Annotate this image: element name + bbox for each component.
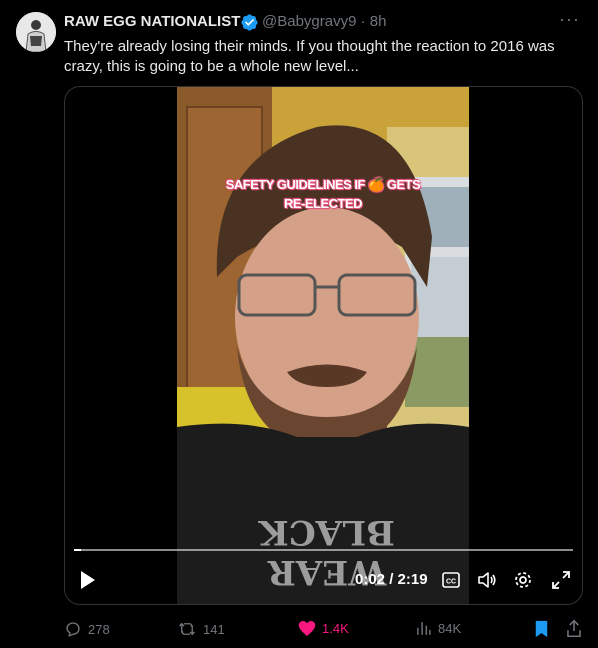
avatar-image	[16, 12, 56, 52]
views-count: 84K	[438, 621, 462, 636]
author-name[interactable]: RAW EGG NATIONALIST	[64, 13, 240, 30]
tweet-text: They're already losing their minds. If y…	[64, 38, 555, 75]
author-handle-and-time: @Babygravy9 · 8h	[262, 13, 386, 30]
more-options-button[interactable]: ···	[559, 9, 580, 30]
like-count: 1.4K	[322, 621, 349, 636]
reply-button[interactable]: 278	[64, 620, 110, 638]
share-icon[interactable]	[565, 619, 583, 638]
views-chart-icon	[417, 622, 431, 635]
bookmark-icon[interactable]	[533, 620, 550, 638]
captions-icon[interactable]: CC	[442, 571, 460, 589]
video-caption-line2: RE-ELECTED	[283, 196, 363, 211]
verified-badge-icon[interactable]	[240, 13, 259, 32]
settings-gear-icon[interactable]	[513, 570, 533, 590]
svg-text:CC: CC	[446, 579, 456, 586]
video-frame: SAFETY GUIDELINES IF 🍊 GETS RE-ELECTED W…	[177, 87, 469, 604]
video-time: 0:02 / 2:19	[355, 571, 428, 588]
avatar[interactable]	[16, 12, 56, 52]
repost-button[interactable]: 141	[177, 620, 225, 638]
separator-dot: ·	[360, 13, 366, 30]
tweet-actions: 278 141 1.4K 84K	[0, 614, 598, 642]
reply-icon	[66, 622, 80, 637]
progress-fill	[74, 549, 81, 551]
video-player[interactable]: SAFETY GUIDELINES IF 🍊 GETS RE-ELECTED W…	[64, 86, 583, 605]
fullscreen-icon[interactable]	[551, 570, 571, 590]
volume-icon[interactable]	[477, 570, 497, 590]
author-handle[interactable]: @Babygravy9	[262, 13, 356, 30]
reply-count: 278	[88, 621, 110, 637]
like-button[interactable]: 1.4K	[298, 620, 349, 637]
video-caption-line1: SAFETY GUIDELINES IF 🍊 GETS	[225, 177, 421, 192]
heart-icon	[298, 621, 316, 636]
tweet-time[interactable]: 8h	[370, 13, 387, 30]
repost-icon	[179, 622, 195, 636]
progress-bar[interactable]	[74, 549, 573, 551]
play-icon[interactable]	[79, 570, 97, 590]
repost-count: 141	[203, 621, 225, 637]
views-button[interactable]: 84K	[415, 620, 461, 637]
video-caption: SAFETY GUIDELINES IF 🍊 GETS RE-ELECTED	[177, 175, 469, 213]
